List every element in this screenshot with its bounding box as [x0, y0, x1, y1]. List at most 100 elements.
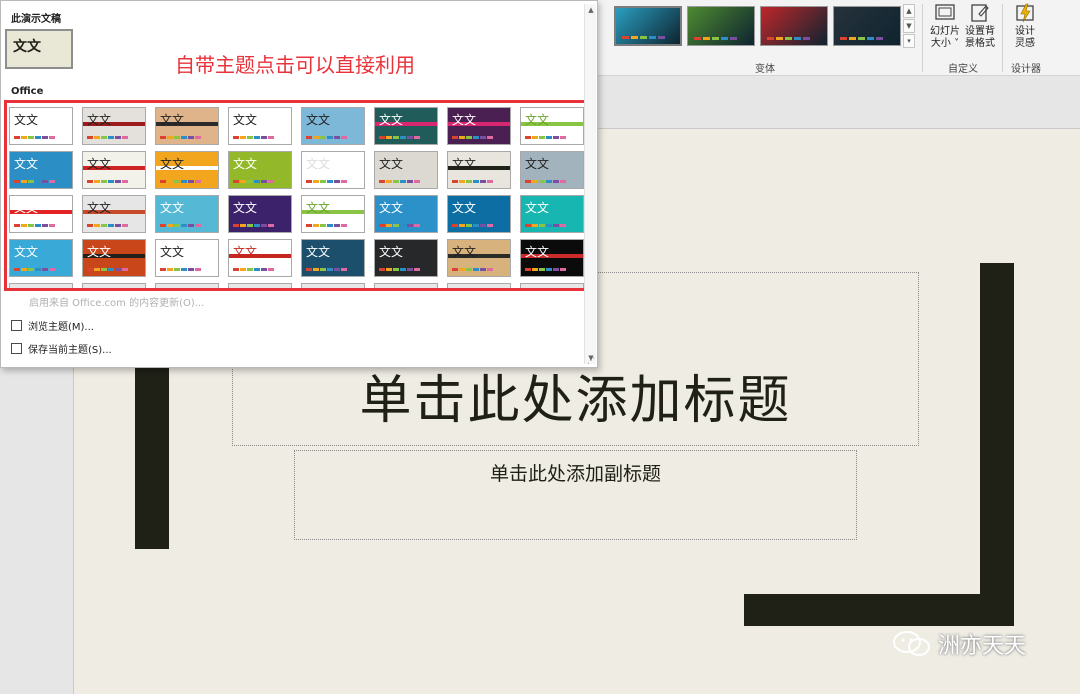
theme-thumbnail[interactable]: 文文 [228, 151, 292, 189]
color-swatch [320, 136, 326, 139]
theme-thumbnail[interactable]: 文文 [374, 195, 438, 233]
theme-thumbnail[interactable]: 文文 [9, 239, 73, 277]
color-swatch [108, 180, 114, 183]
color-swatch [188, 268, 194, 271]
theme-thumbnail[interactable]: 文文 [520, 151, 584, 189]
color-swatch [108, 136, 114, 139]
theme-thumbnail[interactable]: 文文 [82, 239, 146, 277]
theme-thumbnail[interactable]: 文文 [155, 107, 219, 145]
color-swatch [167, 136, 173, 139]
theme-thumbnail[interactable]: 文文 [82, 195, 146, 233]
theme-thumbnail-partial[interactable] [155, 283, 219, 290]
theme-thumbnail-partial[interactable] [447, 283, 511, 290]
color-swatch [466, 180, 472, 183]
color-swatch [553, 136, 559, 139]
slide-size-button[interactable]: 幻灯片 大小 ˅ [928, 2, 962, 50]
color-swatch [622, 36, 629, 39]
color-swatch [21, 224, 27, 227]
color-swatch [407, 180, 413, 183]
theme-thumbnail[interactable]: 文文 [374, 107, 438, 145]
scroll-up-arrow[interactable]: ▲ [586, 5, 596, 15]
theme-thumbnail[interactable]: 文文 [228, 107, 292, 145]
theme-thumbnail[interactable]: 文文 [9, 195, 73, 233]
theme-thumbnail-partial[interactable] [374, 283, 438, 290]
color-swatch [703, 37, 710, 40]
color-swatch [174, 268, 180, 271]
color-swatch [386, 180, 392, 183]
color-swatch [49, 268, 55, 271]
browse-themes-item[interactable]: 浏览主题(M)... [11, 318, 94, 333]
theme-sample-text: 文文 [14, 113, 39, 127]
theme-thumbnail-partial[interactable] [301, 283, 365, 290]
color-swatch [94, 224, 100, 227]
format-background-button[interactable]: 设置背 景格式 [962, 2, 998, 50]
theme-thumbnail[interactable]: 文文 [155, 195, 219, 233]
gallery-scroll-down[interactable]: ▼ [903, 19, 915, 33]
current-theme-thumbnail[interactable]: 文文 [5, 29, 73, 69]
theme-color-bars [452, 136, 493, 139]
theme-sample-text: 文文 [87, 245, 112, 259]
color-swatch [167, 180, 173, 183]
theme-thumbnail[interactable]: 文文 [9, 151, 73, 189]
color-swatch [122, 268, 128, 271]
theme-thumbnail-partial[interactable] [82, 283, 146, 290]
theme-sample-text: 文文 [306, 245, 331, 259]
theme-color-bars [379, 136, 420, 139]
format-background-label-1: 设置背 [965, 26, 995, 37]
variant-red[interactable] [760, 6, 828, 46]
subtitle-placeholder[interactable]: 单击此处添加副标题 [294, 450, 857, 540]
color-swatch [379, 136, 385, 139]
theme-thumbnail[interactable]: 文文 [447, 239, 511, 277]
theme-thumbnail-partial[interactable] [9, 283, 73, 290]
color-swatch [101, 268, 107, 271]
color-swatch [546, 180, 552, 183]
color-swatch [473, 180, 479, 183]
theme-thumbnail[interactable]: 文文 [155, 239, 219, 277]
save-current-theme-item[interactable]: 保存当前主题(S)... [11, 341, 112, 356]
theme-thumbnail[interactable]: 文文 [228, 239, 292, 277]
theme-thumbnail[interactable]: 文文 [301, 239, 365, 277]
save-icon [11, 343, 22, 354]
variant-dark[interactable] [833, 6, 901, 46]
color-swatch [233, 180, 239, 183]
theme-sample-text: 文文 [160, 201, 185, 215]
browse-themes-icon [11, 320, 22, 331]
theme-thumbnail[interactable]: 文文 [155, 151, 219, 189]
color-swatch [49, 180, 55, 183]
theme-thumbnail[interactable]: 文文 [447, 107, 511, 145]
color-swatch [466, 268, 472, 271]
theme-thumbnail[interactable]: 文文 [82, 107, 146, 145]
theme-thumbnail[interactable]: 文文 [228, 195, 292, 233]
theme-sample-text: 文文 [379, 201, 404, 215]
theme-thumbnail[interactable]: 文文 [447, 195, 511, 233]
theme-thumbnail[interactable]: 文文 [520, 107, 584, 145]
gallery-scroll-up[interactable]: ▲ [903, 4, 915, 18]
resize-grip-icon[interactable]: ⋰ [587, 356, 595, 365]
variant-green[interactable] [687, 6, 755, 46]
theme-thumbnail[interactable]: 文文 [82, 151, 146, 189]
theme-thumbnail[interactable]: 文文 [301, 151, 365, 189]
color-swatch [320, 180, 326, 183]
variant-teal[interactable] [614, 6, 682, 46]
theme-thumbnail-partial[interactable] [520, 283, 584, 290]
design-ideas-button[interactable]: 设计 灵感 [1008, 2, 1042, 50]
theme-thumbnail[interactable]: 文文 [301, 107, 365, 145]
theme-thumbnail[interactable]: 文文 [374, 151, 438, 189]
color-swatch [414, 268, 420, 271]
color-swatch [247, 224, 253, 227]
panel-scrollbar[interactable]: ▲ ▼ [584, 4, 596, 364]
gallery-more-button[interactable]: ▾ [903, 34, 915, 48]
theme-thumbnail-partial[interactable] [228, 283, 292, 290]
theme-thumbnail[interactable]: 文文 [9, 107, 73, 145]
theme-thumbnail[interactable]: 文文 [520, 239, 584, 277]
color-swatch [160, 268, 166, 271]
theme-thumbnail[interactable]: 文文 [374, 239, 438, 277]
color-swatch [386, 224, 392, 227]
group-separator [922, 4, 923, 72]
theme-thumbnail[interactable]: 文文 [301, 195, 365, 233]
color-swatch [247, 268, 253, 271]
color-swatch [313, 136, 319, 139]
save-current-theme-label: 保存当前主题(S)... [28, 345, 112, 356]
theme-thumbnail[interactable]: 文文 [447, 151, 511, 189]
theme-thumbnail[interactable]: 文文 [520, 195, 584, 233]
